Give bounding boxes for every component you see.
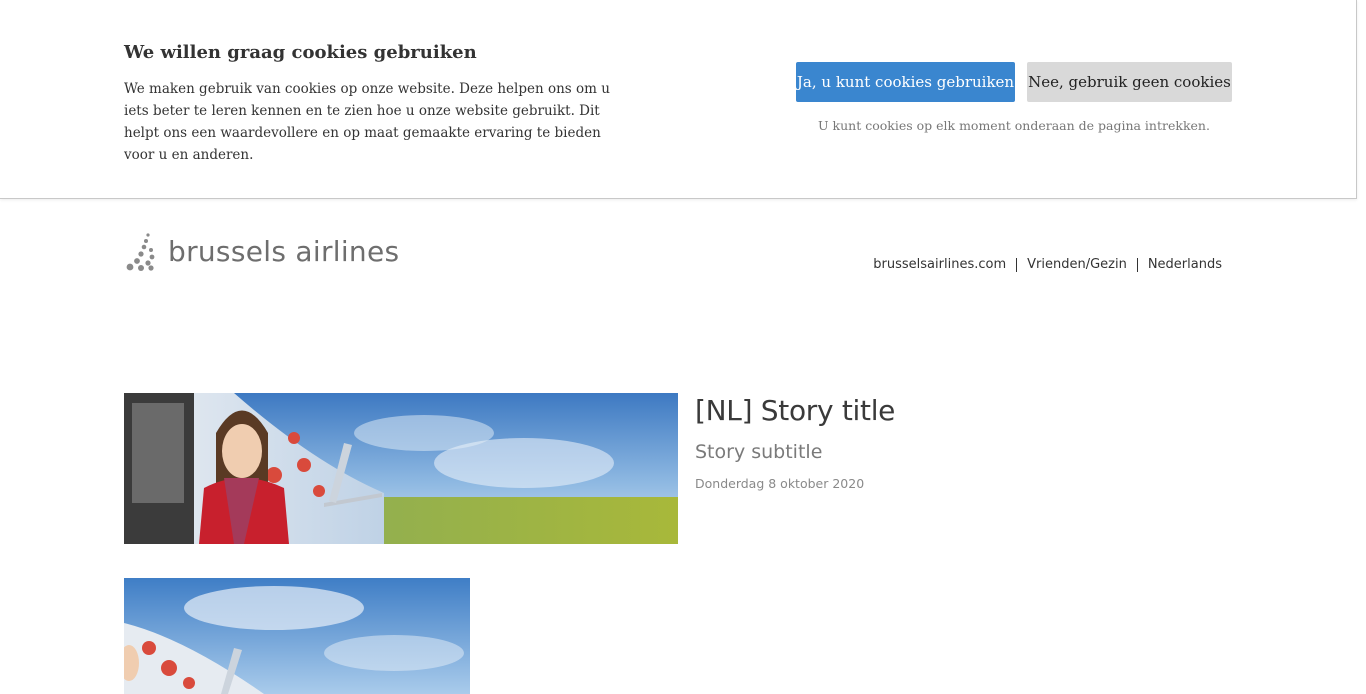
accept-cookies-button[interactable]: Ja, u kunt cookies gebruiken — [796, 62, 1015, 102]
story-image[interactable] — [124, 578, 470, 694]
story-subtitle: Story subtitle — [695, 441, 823, 463]
cookie-revoke-note: U kunt cookies op elk moment onderaan de… — [818, 118, 1210, 133]
nav-link-website[interactable]: brusselsairlines.com — [873, 257, 1006, 272]
story-image[interactable] — [124, 393, 678, 544]
cookie-banner-title: We willen graag cookies gebruiken — [124, 42, 477, 63]
story-date: Donderdag 8 oktober 2020 — [695, 476, 865, 491]
nav-link-language[interactable]: Nederlands — [1148, 257, 1222, 272]
nav-divider — [1016, 257, 1018, 272]
story-title[interactable]: [NL] Story title — [695, 394, 895, 427]
dotted-b-icon — [126, 233, 155, 271]
decline-cookies-button[interactable]: Nee, gebruik geen cookies — [1027, 62, 1232, 102]
nav-divider — [1136, 257, 1138, 272]
cookie-banner-text: We maken gebruik van cookies op onze web… — [124, 81, 610, 163]
logo-text: brussels airlines — [168, 235, 400, 268]
nav-link-friends-family[interactable]: Vrienden/Gezin — [1027, 257, 1127, 272]
brussels-airlines-logo[interactable]: brussels airlines — [124, 232, 399, 272]
cookie-banner: We willen graag cookies gebruiken We mak… — [0, 0, 1357, 199]
top-nav: brusselsairlines.com Vrienden/Gezin Nede… — [873, 257, 1222, 272]
